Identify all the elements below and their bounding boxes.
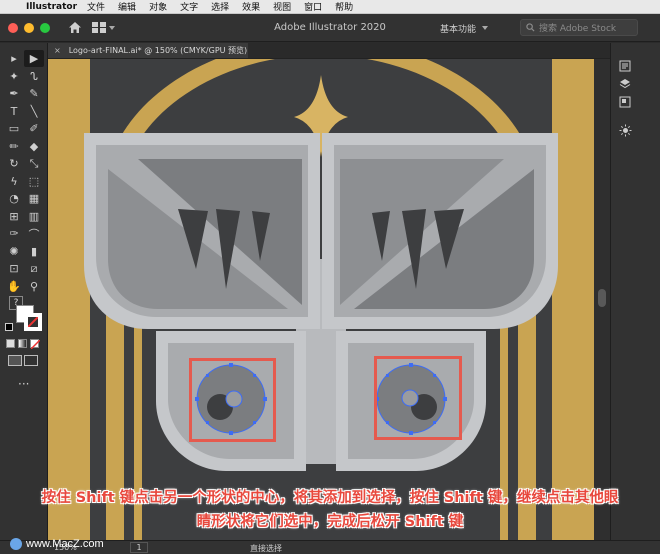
eyedropper-tool[interactable]: ✑: [4, 225, 24, 242]
current-tool-name: 直接选择: [250, 544, 282, 553]
zoom-window-button[interactable]: [40, 22, 50, 33]
vertical-scrollbar[interactable]: [594, 59, 610, 540]
caption-line-1: 按住 Shift 键点击另一个形状的中心，将其添加到选择，按住 Shift 键，…: [41, 490, 619, 506]
gradient-mode-icon[interactable]: [18, 339, 27, 348]
vertical-scroll-thumb[interactable]: [598, 289, 606, 307]
type-tool[interactable]: T: [4, 103, 24, 120]
line-tool[interactable]: ╲: [24, 103, 44, 120]
adobe-stock-search[interactable]: 搜索 Adobe Stock: [520, 19, 638, 36]
column-graph-tool[interactable]: ▮: [24, 243, 44, 260]
menu-effect[interactable]: 效果: [242, 0, 260, 13]
artboard-number-field[interactable]: 1: [130, 542, 148, 553]
grid-icon: [92, 22, 106, 33]
home-icon[interactable]: [66, 19, 84, 37]
gold-left-bar: [48, 59, 90, 540]
search-icon: [526, 23, 535, 32]
layers-panel-icon[interactable]: [617, 77, 633, 91]
appearance-panel-icon[interactable]: [617, 123, 633, 137]
properties-panel-icon[interactable]: [617, 59, 633, 73]
eraser-tool[interactable]: ◆: [24, 138, 44, 155]
symbol-sprayer-tool[interactable]: ✺: [4, 243, 24, 260]
document-tab-label: Logo-art-FINAL.ai* @ 150% (CMYK/GPU 预览): [68, 46, 248, 55]
gradient-tool[interactable]: ▥: [24, 208, 44, 225]
libraries-panel-icon[interactable]: [617, 95, 633, 109]
arrange-documents-button[interactable]: [92, 20, 118, 36]
menu-edit[interactable]: 编辑: [118, 0, 136, 13]
curvature-tool[interactable]: ✎: [24, 85, 44, 102]
close-window-button[interactable]: [8, 22, 18, 33]
rectangle-tool[interactable]: ▭: [4, 120, 24, 137]
document-tab[interactable]: × Logo-art-FINAL.ai* @ 150% (CMYK/GPU 预览…: [48, 43, 248, 59]
caption-line-2: 睛形状将它们选中，完成后松开 Shift 键: [196, 514, 464, 530]
free-transform-tool[interactable]: ⬚: [24, 173, 44, 190]
lasso-tool[interactable]: ᔐ: [24, 68, 44, 85]
pen-tool[interactable]: ✒: [4, 85, 24, 102]
application-bar: Adobe Illustrator 2020 基本功能 搜索 Adobe Sto…: [0, 14, 660, 42]
left-eye-highlight-box: [189, 358, 276, 442]
selection-tool[interactable]: ▸: [4, 50, 24, 67]
artboard-canvas[interactable]: [48, 59, 594, 540]
chevron-down-icon: [109, 25, 115, 30]
close-tab-icon[interactable]: ×: [54, 46, 61, 55]
panel-dock: [610, 43, 660, 540]
artboard-tool[interactable]: ⊡: [4, 260, 24, 277]
fill-stroke-swatch[interactable]: [16, 305, 42, 331]
none-mode-icon[interactable]: [30, 339, 40, 349]
shaper-tool[interactable]: ✏: [4, 138, 24, 155]
blend-tool[interactable]: ⌒: [24, 225, 44, 242]
right-eye-highlight-box: [374, 356, 462, 440]
default-fill-stroke-icon[interactable]: [5, 323, 13, 331]
magic-wand-tool[interactable]: ✦: [4, 68, 24, 85]
logo-artwork: [48, 59, 594, 540]
minimize-window-button[interactable]: [24, 22, 34, 33]
watermark-logo-icon: [10, 538, 22, 550]
drawing-modes-icon[interactable]: [8, 355, 22, 366]
app-menu-illustrator[interactable]: Illustrator: [26, 2, 77, 12]
perspective-grid-tool[interactable]: ▦: [24, 190, 44, 207]
edit-toolbar-icon[interactable]: ···: [18, 377, 29, 391]
zoom-tool[interactable]: ⚲: [24, 278, 44, 295]
paintbrush-tool[interactable]: ✐: [24, 120, 44, 137]
search-placeholder: 搜索 Adobe Stock: [539, 24, 617, 34]
menu-help[interactable]: 帮助: [335, 0, 353, 13]
gold-right-bar: [552, 59, 594, 540]
tutorial-caption: 按住 Shift 键点击另一个形状的中心，将其添加到选择，按住 Shift 键，…: [0, 486, 660, 534]
stroke-swatch[interactable]: [24, 313, 42, 331]
none-color-icon: [28, 317, 38, 327]
chevron-down-icon: [482, 26, 489, 30]
menu-type[interactable]: 文字: [180, 0, 198, 13]
window-controls: [8, 22, 50, 33]
menu-object[interactable]: 对象: [149, 0, 167, 13]
workspace-switcher[interactable]: 基本功能: [440, 19, 500, 37]
color-mode-icon[interactable]: [6, 339, 15, 348]
menu-view[interactable]: 视图: [273, 0, 291, 13]
warp-tool[interactable]: ϟ: [4, 173, 24, 190]
hand-tool[interactable]: ✋: [4, 278, 24, 295]
mac-menu-bar: Illustrator 文件 编辑 对象 文字 选择 效果 视图 窗口 帮助: [0, 0, 660, 14]
menu-window[interactable]: 窗口: [304, 0, 322, 13]
tab-strip: [248, 43, 610, 59]
watermark-text: www.MacZ.com: [26, 538, 104, 550]
menu-select[interactable]: 选择: [211, 0, 229, 13]
illustrator-screenshot: Illustrator 文件 编辑 对象 文字 选择 效果 视图 窗口 帮助 A…: [0, 0, 660, 554]
mesh-tool[interactable]: ⊞: [4, 208, 24, 225]
workspace-label: 基本功能: [440, 24, 477, 35]
direct-selection-tool[interactable]: ▶: [24, 50, 44, 67]
rotate-tool[interactable]: ↻: [4, 155, 24, 172]
color-mode-icons: [6, 339, 40, 349]
site-watermark: www.MacZ.com: [10, 538, 104, 550]
slice-tool[interactable]: ⧄: [24, 260, 44, 277]
tools-panel: ▸ ▶ ✦ ᔐ ✒ ✎ T ╲ ▭ ✐ ✏ ◆ ↻ ⤡ ϟ ⬚ ◔ ▦ ⊞ ▥ ✑ ⌒ ✺ ▮ ⊡ ⧄ ✋ ⚲ ? ···: [0, 43, 48, 540]
shape-builder-tool[interactable]: ◔: [4, 190, 24, 207]
menu-file[interactable]: 文件: [87, 0, 105, 13]
scale-tool[interactable]: ⤡: [24, 155, 44, 172]
screen-mode-icon[interactable]: [24, 355, 38, 366]
